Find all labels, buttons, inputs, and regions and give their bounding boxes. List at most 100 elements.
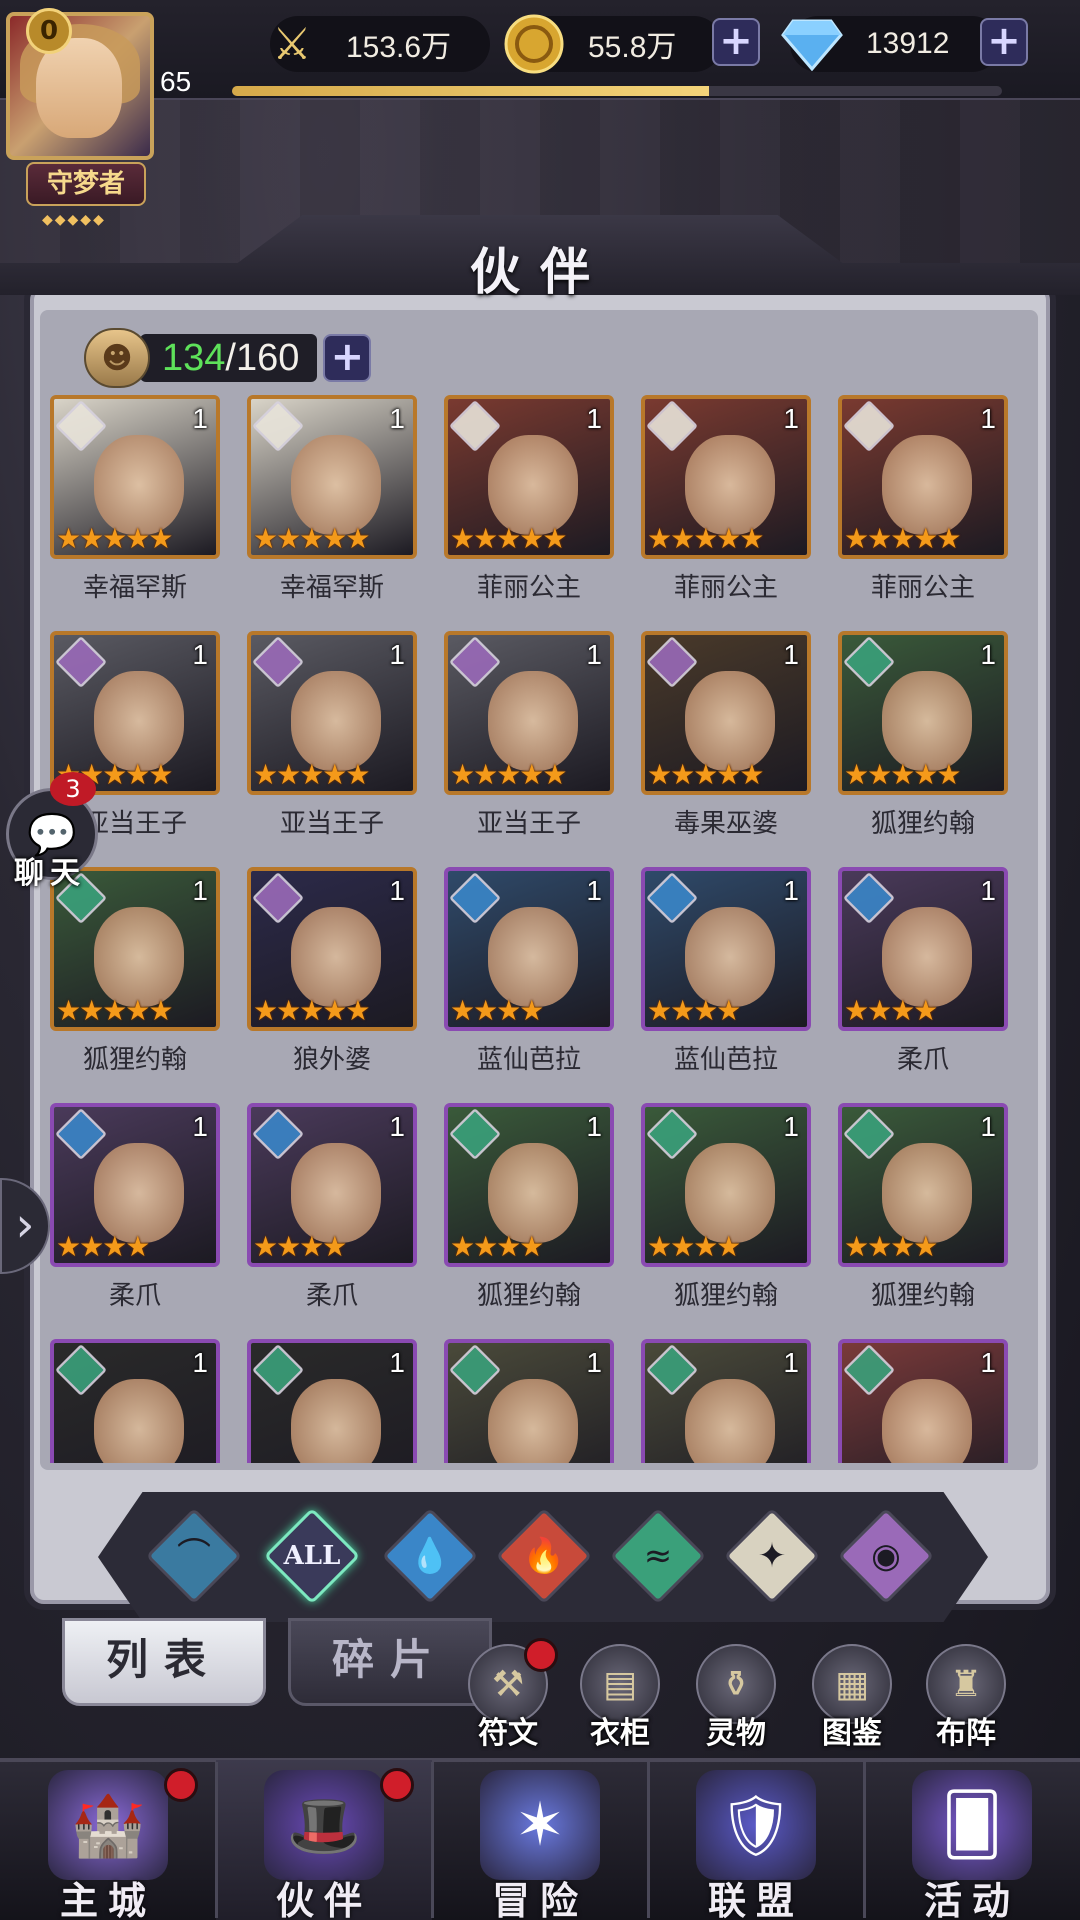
partner-portrait: 1 ★★★★★ <box>838 631 1008 795</box>
partner-level: 1 <box>783 403 799 434</box>
tool-formation-button[interactable]: ♜ 布阵 <box>916 1644 1016 1754</box>
partner-face <box>685 1379 775 1463</box>
partner-card[interactable]: 1 ★★★★ 蓝仙芭拉 <box>434 867 614 1103</box>
partner-card[interactable]: 1 ★★★★★ 亚当王子 <box>434 631 614 867</box>
partner-count-max: /160 <box>225 336 300 379</box>
partner-card[interactable]: 1 ★★★★ 柔爪 <box>237 1103 417 1339</box>
partner-stars: ★★★★ <box>647 994 741 1027</box>
nav-divider <box>647 1762 650 1918</box>
nav-compass[interactable]: ✶ 冒险 <box>432 1760 648 1920</box>
partner-card[interactable]: 1 ★★★★ 蓝仙芭拉 <box>631 867 811 1103</box>
partner-card[interactable]: 1 ★★★★★ 狼外婆 <box>237 867 417 1103</box>
partner-name: 亚当王子 <box>476 809 581 839</box>
nav-label: 联盟 <box>707 1879 804 1920</box>
partner-level: 1 <box>586 1111 602 1142</box>
partner-face <box>94 671 184 771</box>
expand-capacity-button[interactable]: + <box>323 334 372 382</box>
partner-card[interactable]: 1 <box>828 1339 1008 1463</box>
partner-level: 1 <box>389 639 405 670</box>
partner-portrait: 1 ★★★★ <box>444 867 614 1031</box>
alert-dot <box>380 1768 414 1802</box>
add-diamond-button[interactable]: + <box>980 18 1028 66</box>
partner-level: 1 <box>586 403 602 434</box>
nav-divider <box>863 1762 866 1918</box>
partner-name: 幸福罕斯 <box>82 573 187 603</box>
sword-wings-icon: ⚔ <box>272 18 312 70</box>
partner-card[interactable]: 1 <box>631 1339 811 1463</box>
partner-stars: ★★★★ <box>844 1230 938 1263</box>
tool-codex-button[interactable]: ▦ 图鉴 <box>802 1644 902 1754</box>
partner-card[interactable]: 1 ★★★★★ 菲丽公主 <box>631 395 811 631</box>
partner-portrait: 1 ★★★★★ <box>641 395 811 559</box>
partner-card[interactable]: 1 ★★★★★ 亚当王子 <box>237 631 417 867</box>
partner-face <box>291 907 381 1007</box>
xp-bar <box>232 86 1002 96</box>
partner-level: 1 <box>192 1347 208 1378</box>
partner-name: 毒果巫婆 <box>673 809 778 839</box>
partner-portrait: 1 ★★★★ <box>641 867 811 1031</box>
arch-icon: ⌒ <box>177 1536 211 1576</box>
partner-portrait: 1 ★★★★★ <box>247 631 417 795</box>
partner-level: 1 <box>980 1111 996 1142</box>
partner-card[interactable]: 1 ★★★★ 狐狸约翰 <box>631 1103 811 1339</box>
partner-count-current: 134 <box>162 336 226 379</box>
partner-card[interactable]: 1 ★★★★★ 毒果巫婆 <box>631 631 811 867</box>
partner-card[interactable]: 1 ★★★★ 狐狸约翰 <box>828 1103 1008 1339</box>
add-gold-button[interactable]: + <box>712 18 760 66</box>
partner-card[interactable]: 1 ★★★★★ 狐狸约翰 <box>40 867 220 1103</box>
rank-title[interactable]: 守梦者 <box>26 162 146 206</box>
partner-card[interactable]: 1 ★★★★ 柔爪 <box>40 1103 220 1339</box>
partner-stars: ★★★★ <box>844 994 938 1027</box>
shield-icon: 🛡 <box>696 1770 816 1880</box>
partner-card[interactable]: 1 <box>40 1339 220 1463</box>
alert-dot <box>164 1768 198 1802</box>
partner-card[interactable]: 1 ★★★★★ 菲丽公主 <box>434 395 614 631</box>
partner-stars: ★★★★★ <box>450 522 568 555</box>
partner-name: 蓝仙芭拉 <box>673 1045 778 1075</box>
partner-stars: ★★★★ <box>450 994 544 1027</box>
filter-tab-light[interactable]: ✦ <box>723 1507 821 1605</box>
filter-tab-fire[interactable]: 🔥 <box>495 1507 593 1605</box>
partner-card[interactable]: 1 ★★★★★ 幸福罕斯 <box>40 395 220 631</box>
all-icon: ALL <box>283 1541 341 1571</box>
partner-portrait: 1 ★★★★★ <box>444 395 614 559</box>
tab-list[interactable]: 列表 <box>62 1618 266 1706</box>
partner-stars: ★★★★ <box>647 1230 741 1263</box>
partner-face <box>94 1143 184 1243</box>
filter-tab-dark[interactable]: ◉ <box>837 1507 935 1605</box>
partner-name: 柔爪 <box>305 1281 358 1311</box>
partner-portrait: 1 ★★★★ <box>838 867 1008 1031</box>
filter-tab-1[interactable]: ⌒ <box>145 1507 243 1605</box>
partner-card[interactable]: 1 ★★★★★ 菲丽公主 <box>828 395 1008 631</box>
partner-count-box: 134 /160 <box>140 334 318 382</box>
partner-card[interactable]: 1 <box>434 1339 614 1463</box>
filter-tab-wind[interactable]: ≈ <box>609 1507 707 1605</box>
tool-lamp-button[interactable]: ⚱ 灵物 <box>686 1644 786 1754</box>
nav-shield[interactable]: 🛡 联盟 <box>648 1760 864 1920</box>
partner-card[interactable]: 1 ★★★★★ 幸福罕斯 <box>237 395 417 631</box>
castle-icon: 🏰 <box>48 1770 168 1880</box>
filter-tab-all[interactable]: ALL <box>263 1507 361 1605</box>
partner-card[interactable]: 1 <box>237 1339 417 1463</box>
partner-stars: ★★★★ <box>450 1230 544 1263</box>
partner-face <box>882 435 972 535</box>
partner-name: 菲丽公主 <box>476 573 581 603</box>
partner-level: 1 <box>783 875 799 906</box>
partner-portrait: 1 ★★★★ <box>444 1103 614 1267</box>
nav-label: 活动 <box>923 1879 1020 1920</box>
nav-cards[interactable]: 🂠 活动 <box>864 1760 1080 1920</box>
partner-face <box>685 671 775 771</box>
partner-face <box>488 907 578 1007</box>
partner-card[interactable]: 1 ★★★★★ 狐狸约翰 <box>828 631 1008 867</box>
filter-tab-water[interactable]: 💧 <box>381 1507 479 1605</box>
tool-wardrobe-button[interactable]: ▤ 衣柜 <box>570 1644 670 1754</box>
partner-card[interactable]: 1 ★★★★ 柔爪 <box>828 867 1008 1103</box>
nav-label: 伙伴 <box>275 1879 372 1920</box>
partner-card[interactable]: 1 ★★★★ 狐狸约翰 <box>434 1103 614 1339</box>
player-level: 65 <box>160 66 192 97</box>
alert-dot <box>524 1638 558 1672</box>
nav-label: 冒险 <box>491 1879 588 1920</box>
partner-stars: ★★★★★ <box>253 994 371 1027</box>
partner-portrait: 1 ★★★★★ <box>50 631 220 795</box>
tool-label: 灵物 <box>706 1716 766 1751</box>
